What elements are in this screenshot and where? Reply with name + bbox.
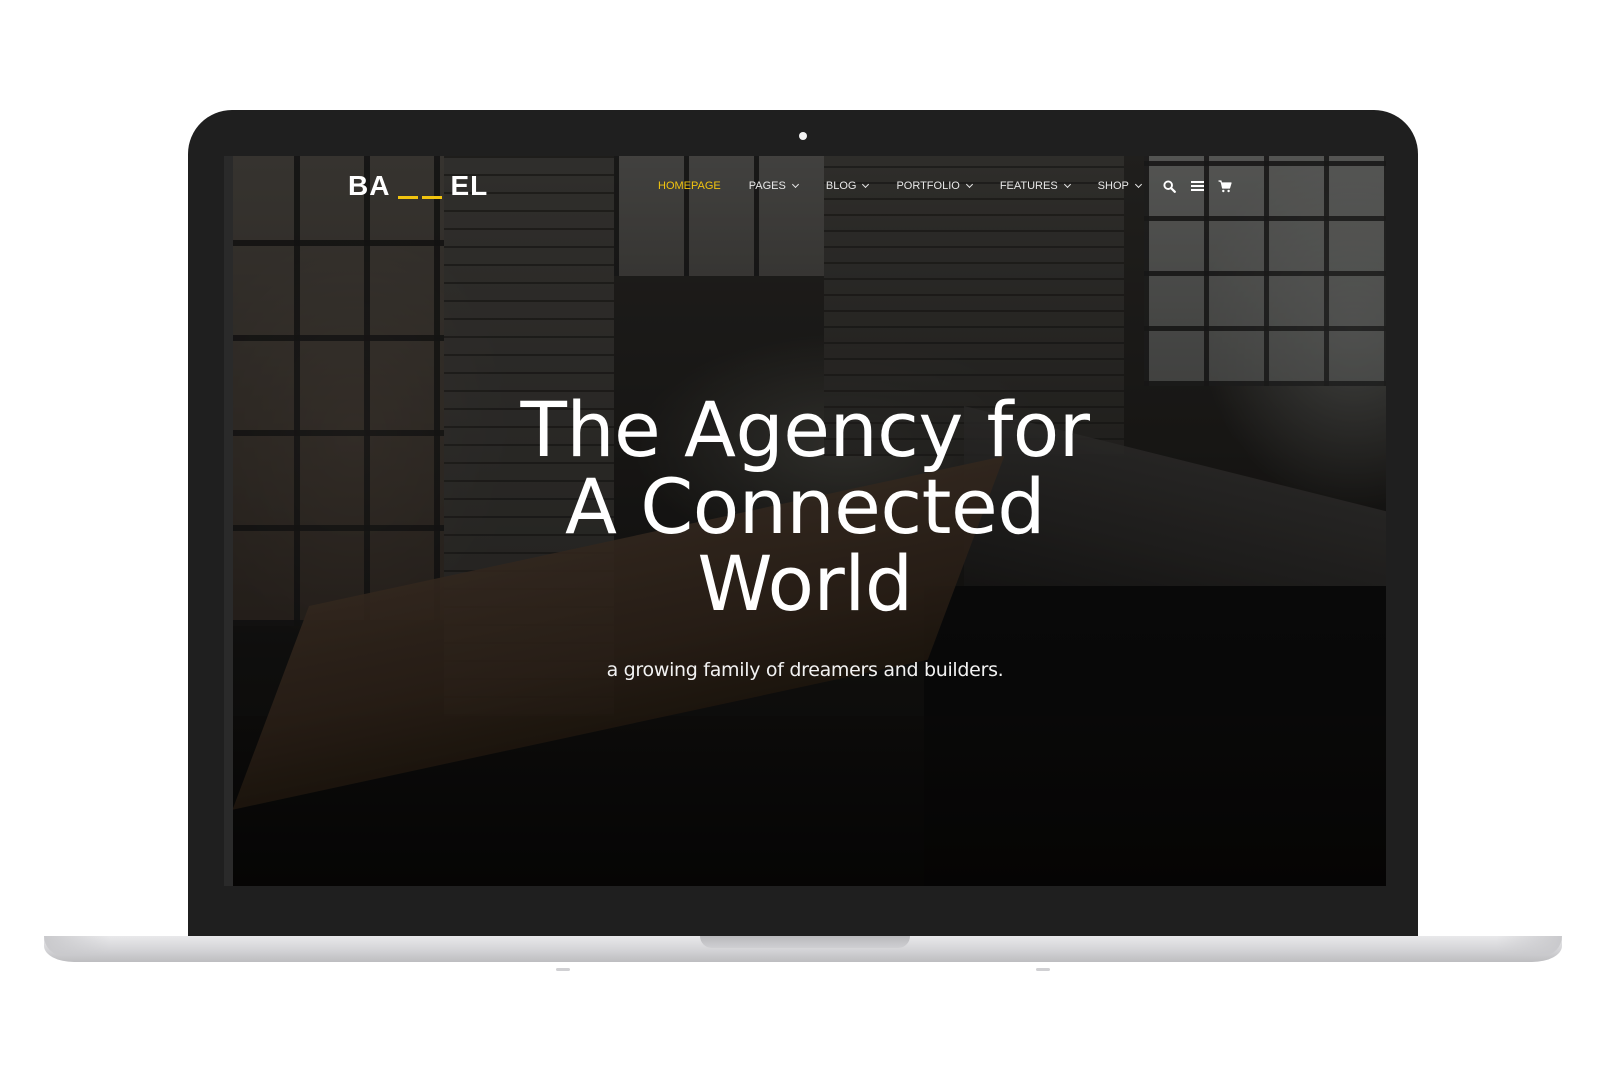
laptop-foot-right xyxy=(1036,968,1050,971)
chevron-down-icon xyxy=(1134,180,1142,189)
hero-title-line: The Agency for xyxy=(520,385,1090,474)
logo-accent-bar xyxy=(422,196,443,199)
main-navigation: HOMEPAGE PAGES BLOG PORTFOLIO FEATURES S… xyxy=(658,174,1169,198)
nav-item-homepage[interactable]: HOMEPAGE xyxy=(658,180,721,192)
laptop-opening-notch xyxy=(700,936,910,948)
laptop-base-right-shade xyxy=(1496,936,1562,956)
nav-item-label: FEATURES xyxy=(999,180,1058,192)
nav-item-shop[interactable]: SHOP xyxy=(1097,180,1142,192)
nav-item-label: PAGES xyxy=(748,180,786,192)
nav-item-label: SHOP xyxy=(1097,180,1129,192)
logo-text-right: EL xyxy=(450,170,489,201)
chevron-down-icon xyxy=(965,180,973,189)
chevron-down-icon xyxy=(791,180,799,189)
mockup-stage: BA EL HOMEPAGE PAGES BLOG PORTFOLIO FEATU… xyxy=(0,0,1600,1080)
hero-title-line: A Connected xyxy=(565,462,1045,551)
screen-edge xyxy=(224,156,233,886)
search-icon[interactable] xyxy=(1162,179,1176,193)
logo-accent-bar xyxy=(398,196,419,199)
laptop-foot-left xyxy=(556,968,570,971)
chevron-down-icon xyxy=(862,180,870,189)
nav-item-features[interactable]: FEATURES xyxy=(999,180,1071,192)
nav-item-label: BLOG xyxy=(825,180,857,192)
cart-icon[interactable] xyxy=(1218,179,1232,193)
nav-item-blog[interactable]: BLOG xyxy=(825,180,870,192)
hero-title: The Agency for A Connected World xyxy=(374,391,1236,622)
nav-item-label: PORTFOLIO xyxy=(896,180,960,192)
nav-item-pages[interactable]: PAGES xyxy=(748,180,799,192)
hero-subtitle: a growing family of dreamers and builder… xyxy=(606,659,1004,681)
logo-text-left: BA xyxy=(348,170,391,201)
laptop-screen: BA EL HOMEPAGE PAGES BLOG PORTFOLIO FEATU… xyxy=(224,156,1386,886)
hero-title-line: World xyxy=(697,539,913,628)
nav-item-portfolio[interactable]: PORTFOLIO xyxy=(896,180,973,192)
header-icons xyxy=(1162,174,1232,198)
laptop-base-left-shade xyxy=(44,936,110,956)
chevron-down-icon xyxy=(1063,180,1071,189)
webcam-dot xyxy=(799,132,807,140)
site-logo[interactable]: BA EL xyxy=(348,166,488,206)
menu-icon[interactable] xyxy=(1190,179,1204,193)
nav-item-label: HOMEPAGE xyxy=(658,180,721,192)
